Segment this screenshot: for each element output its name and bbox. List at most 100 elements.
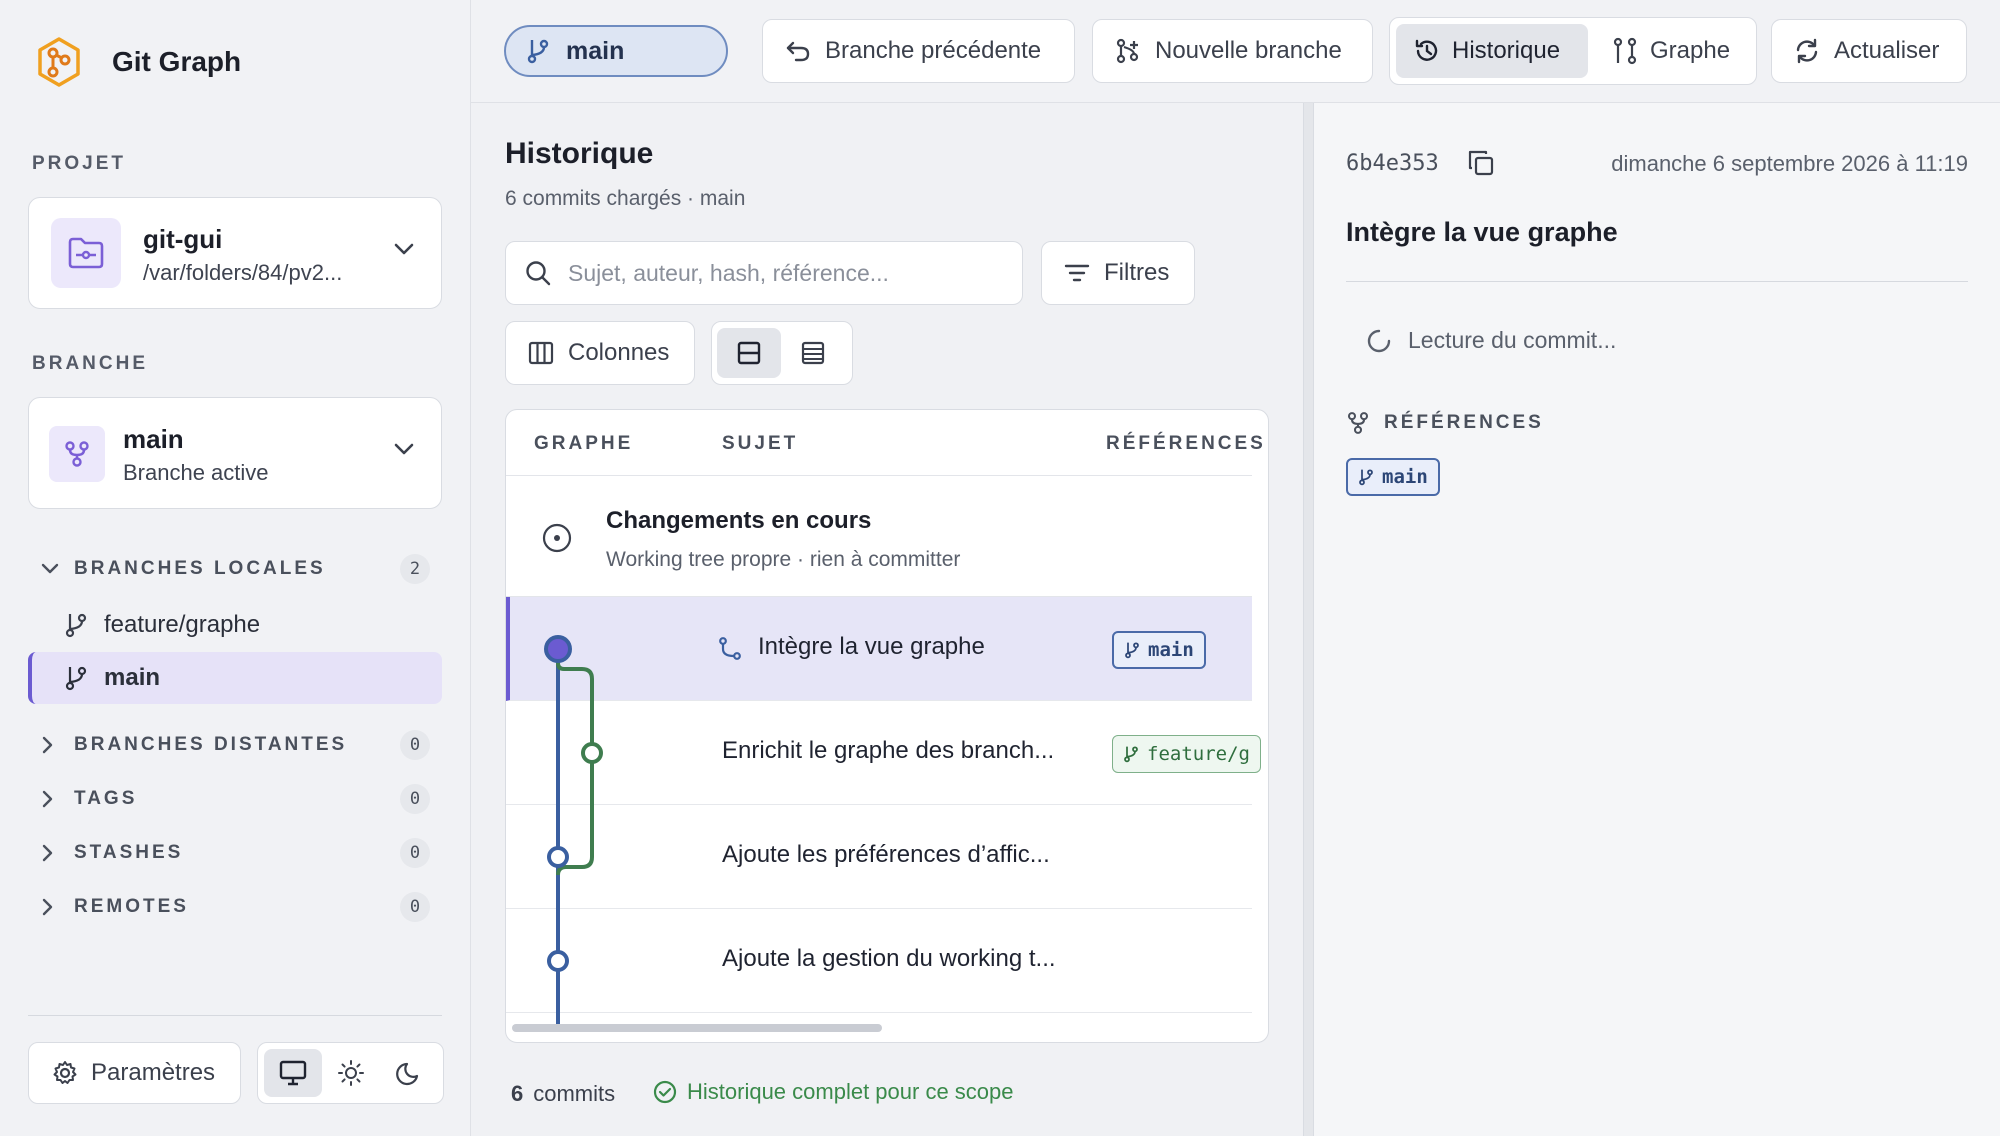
section-remote-branches[interactable]: BRANCHES DISTANTES 0 <box>28 720 442 770</box>
undo-arrow-icon <box>786 41 810 62</box>
branches-icon <box>1347 412 1369 434</box>
git-merge-icon <box>719 637 741 660</box>
view-toggle: Historique Graphe <box>1389 17 1757 85</box>
tab-history-label: Historique <box>1452 37 1561 64</box>
tab-history[interactable]: Historique <box>1396 24 1588 78</box>
commit-title: Intègre la vue graphe <box>1346 217 1618 247</box>
current-branch-label: main <box>566 36 625 65</box>
count-badge: 0 <box>400 892 430 922</box>
references-label: RÉFÉRENCES <box>1384 412 1544 433</box>
theme-switcher <box>257 1042 444 1104</box>
filters-label: Filtres <box>1104 259 1170 286</box>
git-graph-logo-icon <box>36 36 82 88</box>
working-changes-row[interactable]: Changements en cours Working tree propre… <box>506 476 1252 597</box>
working-tree-icon <box>542 523 572 553</box>
previous-branch-label: Branche précédente <box>825 37 1042 64</box>
refresh-button[interactable]: Actualiser <box>1771 19 1967 83</box>
compact-view-button[interactable] <box>781 328 845 378</box>
section-label: REMOTES <box>74 896 189 917</box>
git-branch-icon <box>1359 469 1373 486</box>
moon-icon <box>396 1062 419 1086</box>
column-header-references[interactable]: RÉFÉRENCES <box>1106 433 1266 455</box>
branch-section-label: BRANCHE <box>32 353 148 374</box>
history-subtitle: 6 commits chargés · main <box>505 187 746 210</box>
branch-selector[interactable]: main Branche active <box>28 397 442 509</box>
commit-hash: 6b4e353 <box>1346 151 1439 176</box>
ref-label: main <box>1148 639 1194 661</box>
loading-label: Lecture du commit... <box>1408 327 1617 353</box>
new-branch-button[interactable]: Nouvelle branche <box>1092 19 1373 83</box>
commit-subject: Enrichit le graphe des branch... <box>722 737 1055 764</box>
section-tags[interactable]: TAGS 0 <box>28 774 442 824</box>
app-title: Git Graph <box>112 46 242 77</box>
commit-count: 6 commits <box>511 1081 615 1107</box>
commit-table: GRAPHE SUJET RÉFÉRENCES Changements en c… <box>505 409 1269 1043</box>
search-input[interactable] <box>568 259 988 287</box>
table-header: GRAPHE SUJET RÉFÉRENCES <box>506 410 1263 476</box>
chevron-down-icon <box>393 442 415 456</box>
column-header-graph[interactable]: GRAPHE <box>534 433 633 455</box>
section-local-branches[interactable]: BRANCHES LOCALES 2 <box>28 544 442 594</box>
theme-dark-button[interactable] <box>380 1049 438 1097</box>
list-icon <box>801 341 825 365</box>
settings-button[interactable]: Paramètres <box>28 1042 241 1104</box>
section-stashes[interactable]: STASHES 0 <box>28 828 442 878</box>
git-graph-icon <box>1613 37 1637 65</box>
columns-button[interactable]: Colonnes <box>505 321 695 385</box>
commit-date: dimanche 6 septembre 2026 à 11:19 <box>1611 151 1968 176</box>
ref-badge-main[interactable]: main <box>1346 458 1440 496</box>
ref-badge-main[interactable]: main <box>1112 631 1206 669</box>
project-name: git-gui <box>143 224 223 254</box>
chevron-right-icon <box>40 843 62 863</box>
sidebar-item-main[interactable]: main <box>28 652 442 704</box>
monitor-icon <box>279 1060 307 1086</box>
section-label: TAGS <box>74 788 138 809</box>
section-remotes[interactable]: REMOTES 0 <box>28 882 442 932</box>
theme-system-button[interactable] <box>264 1049 322 1097</box>
active-branch-subtitle: Branche active <box>123 460 269 485</box>
wip-subtitle: Working tree propre · rien à committer <box>606 548 961 571</box>
commit-node <box>581 742 603 764</box>
settings-label: Paramètres <box>91 1059 216 1086</box>
previous-branch-button[interactable]: Branche précédente <box>762 19 1075 83</box>
panel-resize-handle[interactable] <box>1303 103 1314 1136</box>
new-branch-label: Nouvelle branche <box>1155 37 1342 64</box>
current-branch-pill[interactable]: main <box>504 25 728 77</box>
column-header-subject[interactable]: SUJET <box>722 433 798 455</box>
git-branch-icon <box>65 666 87 691</box>
commit-subject: Ajoute les préférences d’affic... <box>722 841 1050 868</box>
sidebar-item-feature-graphe[interactable]: feature/graphe <box>28 599 442 651</box>
tab-graph[interactable]: Graphe <box>1594 24 1752 78</box>
count-badge: 0 <box>400 784 430 814</box>
chevron-right-icon <box>40 789 62 809</box>
commit-node <box>544 635 572 663</box>
refresh-icon <box>1796 38 1818 64</box>
commit-node <box>547 846 569 868</box>
git-branch-icon <box>1124 746 1138 763</box>
chevron-down-icon <box>40 562 62 576</box>
chevron-right-icon <box>40 735 62 755</box>
search-box <box>505 241 1023 305</box>
active-branch-name: main <box>123 424 184 454</box>
git-branch-icon <box>1125 642 1139 659</box>
git-branch-icon <box>527 39 549 64</box>
folder-icon <box>51 218 121 288</box>
check-circle-icon <box>653 1080 677 1104</box>
horizontal-scrollbar[interactable] <box>512 1024 882 1032</box>
ref-badge-feature[interactable]: feature/g <box>1112 735 1261 773</box>
divider <box>1346 281 1968 282</box>
theme-light-button[interactable] <box>322 1049 380 1097</box>
top-toolbar: main Branche précédente Nouvelle branche… <box>471 0 2000 103</box>
copy-icon[interactable] <box>1467 149 1495 177</box>
gear-icon <box>53 1061 77 1084</box>
sun-icon <box>338 1060 364 1086</box>
density-toggle <box>711 321 853 385</box>
commit-count-value: 6 <box>511 1081 524 1106</box>
commit-subject: Ajoute la gestion du working t... <box>722 945 1056 972</box>
project-section-label: PROJET <box>32 153 127 174</box>
comfortable-view-button[interactable] <box>717 328 781 378</box>
project-selector[interactable]: git-gui /var/folders/84/pv2... <box>28 197 442 309</box>
filters-button[interactable]: Filtres <box>1041 241 1195 305</box>
wip-title: Changements en cours <box>606 507 872 534</box>
commit-graph <box>544 635 603 1031</box>
